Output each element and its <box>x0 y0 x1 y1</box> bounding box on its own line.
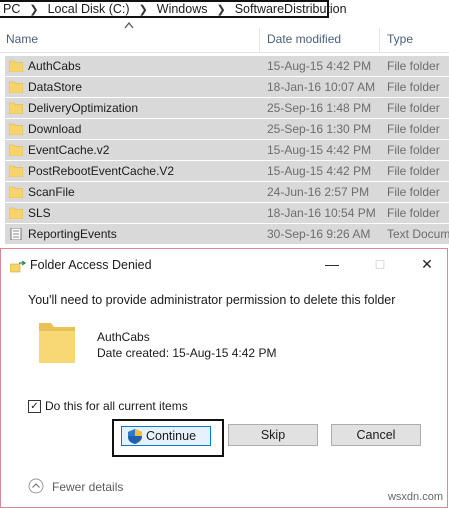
breadcrumb-local-disk[interactable]: Local Disk (C:) <box>45 2 133 16</box>
column-divider[interactable] <box>379 28 380 52</box>
folder-icon <box>39 323 75 363</box>
dialog-message: You'll need to provide administrator per… <box>28 293 396 307</box>
file-name: EventCache.v2 <box>28 143 110 157</box>
folder-icon <box>9 81 23 93</box>
file-date: 15-Aug-15 4:42 PM <box>267 143 372 157</box>
file-type: File folder <box>387 164 440 178</box>
folder-icon <box>9 123 23 135</box>
file-name: SLS <box>28 206 51 220</box>
column-name[interactable]: Name <box>6 32 38 46</box>
folder-icon <box>9 60 23 72</box>
file-date: 18-Jan-16 10:54 PM <box>267 206 376 220</box>
file-type: Text Docum <box>387 227 449 241</box>
dialog-title: Folder Access Denied <box>30 258 152 272</box>
chevron-right-icon: ❯ <box>138 3 148 16</box>
breadcrumb-pc[interactable]: PC <box>0 2 23 16</box>
cancel-button[interactable]: Cancel <box>331 424 421 446</box>
file-date: 30-Sep-16 9:26 AM <box>267 227 371 241</box>
file-row[interactable]: ReportingEvents 30-Sep-16 9:26 AM Text D… <box>5 224 449 244</box>
skip-button[interactable]: Skip <box>228 424 318 446</box>
breadcrumb-softwaredistribution[interactable]: SoftwareDistribution <box>232 2 350 16</box>
file-name: DataStore <box>28 80 83 94</box>
chevron-up-circle-icon[interactable] <box>28 478 44 494</box>
folder-icon <box>9 186 23 198</box>
file-row[interactable]: Download 25-Sep-16 1:30 PM File folder <box>5 119 449 139</box>
file-name: ScanFile <box>28 185 75 199</box>
uac-shield-icon <box>128 429 142 444</box>
folder-icon <box>9 165 23 177</box>
file-row[interactable]: AuthCabs 15-Aug-15 4:42 PM File folder <box>5 56 449 76</box>
file-date: 18-Jan-16 10:07 AM <box>267 80 376 94</box>
folder-access-denied-dialog: Folder Access Denied — □ ✕ You'll need t… <box>0 248 448 508</box>
maximize-button: □ <box>375 256 385 272</box>
continue-button[interactable]: Continue <box>121 426 211 446</box>
breadcrumb-windows[interactable]: Windows <box>154 2 211 16</box>
file-type: File folder <box>387 59 440 73</box>
apply-all-label[interactable]: Do this for all current items <box>45 399 188 413</box>
continue-label: Continue <box>146 429 197 443</box>
file-date: 25-Sep-16 1:48 PM <box>267 101 372 115</box>
chevron-right-icon: ❯ <box>216 3 226 16</box>
folder-icon <box>9 207 23 219</box>
file-type: File folder <box>387 185 440 199</box>
column-header: Name Date modified Type <box>0 28 449 53</box>
close-button[interactable]: ✕ <box>417 255 437 273</box>
file-name: PostRebootEventCache.V2 <box>28 164 175 178</box>
apply-all-checkbox[interactable]: ✓ <box>28 400 41 413</box>
column-divider[interactable] <box>259 28 260 52</box>
minimize-button[interactable]: — <box>322 255 342 273</box>
file-row[interactable]: EventCache.v2 15-Aug-15 4:42 PM File fol… <box>5 140 449 160</box>
folder-icon <box>9 102 23 114</box>
file-row[interactable]: ScanFile 24-Jun-16 2:57 PM File folder <box>5 182 449 202</box>
continue-button-highlight: Continue <box>112 419 224 457</box>
file-row[interactable]: DeliveryOptimization 25-Sep-16 1:48 PM F… <box>5 98 449 118</box>
text-document-icon <box>10 228 22 240</box>
file-type: File folder <box>387 101 440 115</box>
file-name: Download <box>28 122 82 136</box>
file-row[interactable]: SLS 18-Jan-16 10:54 PM File folder <box>5 203 449 223</box>
file-type: File folder <box>387 80 440 94</box>
file-type: File folder <box>387 122 440 136</box>
chevron-right-icon: ❯ <box>29 3 39 16</box>
file-date: 15-Aug-15 4:42 PM <box>267 164 372 178</box>
watermark: wsxdn.com <box>387 491 443 503</box>
file-date: 25-Sep-16 1:30 PM <box>267 122 372 136</box>
item-name: AuthCabs <box>97 330 150 344</box>
file-row[interactable]: DataStore 18-Jan-16 10:07 AM File folder <box>5 77 449 97</box>
file-name: AuthCabs <box>28 59 81 73</box>
file-date: 24-Jun-16 2:57 PM <box>267 185 370 199</box>
file-date: 15-Aug-15 4:42 PM <box>267 59 372 73</box>
address-bar[interactable]: PC ❯ Local Disk (C:) ❯ Windows ❯ Softwar… <box>0 0 347 18</box>
file-name: ReportingEvents <box>28 227 117 241</box>
file-name: DeliveryOptimization <box>28 101 139 115</box>
folder-move-icon <box>10 261 26 273</box>
folder-icon <box>9 144 23 156</box>
file-type: File folder <box>387 143 440 157</box>
column-date-modified[interactable]: Date modified <box>267 32 341 46</box>
item-date-created: Date created: 15-Aug-15 4:42 PM <box>97 346 277 360</box>
fewer-details-link[interactable]: Fewer details <box>52 480 123 494</box>
file-row[interactable]: PostRebootEventCache.V2 15-Aug-15 4:42 P… <box>5 161 449 181</box>
column-type[interactable]: Type <box>387 32 413 46</box>
file-type: File folder <box>387 206 440 220</box>
